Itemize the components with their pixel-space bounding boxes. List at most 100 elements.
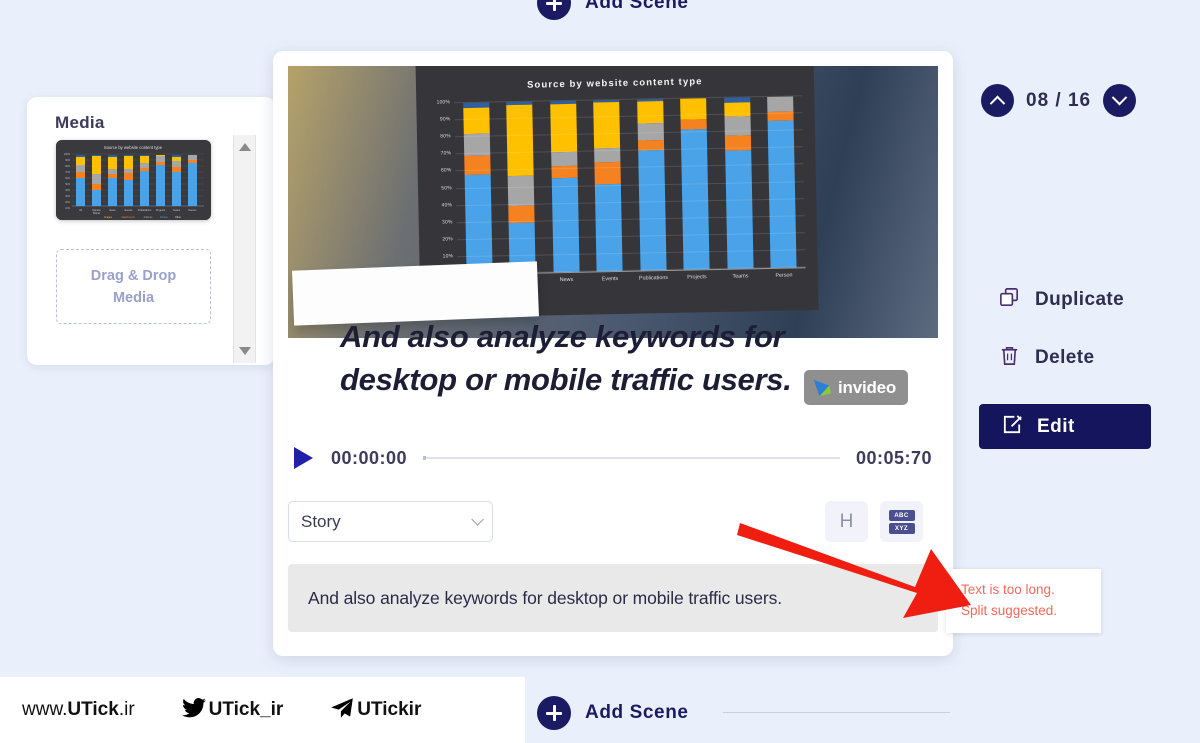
- app-root: Add Scene Media Source by website conten…: [0, 0, 1200, 743]
- chart-bar-segment: [767, 120, 797, 268]
- telegram-paperplane-icon: [329, 695, 355, 726]
- chart-bar-segment: [724, 116, 751, 136]
- duplicate-button[interactable]: Duplicate: [998, 286, 1124, 314]
- duplicate-label: Duplicate: [1035, 289, 1125, 310]
- media-thumbnail[interactable]: Source by website content type 100% 90% 8…: [56, 140, 211, 220]
- chart-bar-segment: [636, 100, 664, 124]
- svg-text:Events: Events: [125, 209, 133, 212]
- chart-bar-segment: [550, 152, 578, 167]
- chart-bar-segment: [595, 183, 623, 272]
- chevron-up-icon: [989, 95, 1006, 112]
- scene-counter-label: 08 / 16: [1026, 89, 1092, 111]
- play-icon[interactable]: [294, 447, 313, 469]
- translate-button[interactable]: ABC XYZ: [880, 501, 923, 542]
- add-scene-button-top[interactable]: Add Scene: [537, 0, 689, 20]
- timeline-track[interactable]: [423, 456, 840, 460]
- chart-xtick-label: Publications: [638, 274, 669, 282]
- translate-icon: ABC XYZ: [888, 509, 915, 534]
- media-panel-title: Media: [55, 113, 105, 132]
- total-time-label: 00:05:70: [855, 447, 932, 468]
- text-length-warning: Text is too long. Split suggested.: [946, 569, 1101, 633]
- chart-ytick-label: 10%: [442, 253, 454, 260]
- footer-twitter: UTick_ir: [181, 695, 284, 726]
- media-panel-scrollbar[interactable]: [233, 135, 256, 363]
- chart-ytick-label: 30%: [441, 219, 453, 226]
- chart-ytick-label: 50%: [441, 184, 452, 192]
- footer-site-prefix: www.: [22, 699, 68, 720]
- dropzone-line-2: Media: [112, 289, 155, 306]
- svg-text:Images: Images: [104, 216, 113, 219]
- caption-text: And also analyze keywords for desktop or…: [308, 587, 782, 608]
- scene-timeline: 00:00:00 00:05:70: [288, 441, 938, 475]
- add-scene-button-bottom[interactable]: Add Scene: [537, 696, 689, 730]
- footer-website: www.UTick.ir: [22, 699, 135, 721]
- heading-toggle-button[interactable]: H: [825, 501, 868, 542]
- media-dropzone[interactable]: Drag & Drop Media: [56, 249, 211, 324]
- footer-telegram-handle: UTickir: [357, 699, 422, 720]
- chart-ytick-label: 70%: [440, 150, 452, 157]
- delete-label: Delete: [1035, 347, 1095, 368]
- chevron-down-icon: [471, 513, 484, 526]
- edit-label: Edit: [1037, 415, 1075, 437]
- chart-bar-segment: [507, 175, 535, 207]
- scene-strip-divider: [723, 712, 950, 713]
- chart-ytick-label: 80%: [440, 133, 451, 140]
- edit-button[interactable]: Edit: [979, 404, 1151, 449]
- add-scene-label: Add Scene: [585, 702, 689, 723]
- chart-bar-segment: [463, 155, 491, 175]
- chart-xtick-label: News: [559, 276, 574, 284]
- style-select-value: Story: [301, 511, 341, 531]
- footer-site-brand: UTick: [67, 699, 119, 720]
- trash-icon: [998, 344, 1021, 372]
- chart-xtick-label: Teams: [732, 273, 749, 280]
- chart-ytick-label: 60%: [440, 167, 452, 174]
- plus-icon: [537, 696, 571, 730]
- dropzone-line-1: Drag & Drop: [90, 267, 177, 284]
- svg-text:Projects: Projects: [156, 209, 166, 212]
- chart-bar-segment: [551, 177, 580, 273]
- svg-text:Brand: Brand: [93, 212, 100, 215]
- scene-heading-line-1: And also analyze keywords for: [340, 319, 785, 354]
- heading-toggle-label: H: [839, 510, 854, 532]
- chart-bar-segment: [767, 96, 794, 113]
- chart-xtick-label: Events: [601, 275, 619, 283]
- chart-bar-segment: [593, 101, 621, 149]
- chart-bar-segment: [463, 107, 490, 134]
- footer-site-suffix: .ir: [118, 699, 135, 720]
- scene-pager: 08 / 16: [981, 84, 1137, 117]
- svg-text:Attachments: Attachments: [121, 216, 135, 219]
- caption-input[interactable]: And also analyze keywords for desktop or…: [288, 564, 938, 632]
- svg-text:Person: Person: [189, 209, 198, 212]
- chart-bar-segment: [464, 174, 493, 275]
- translate-icon-xyz: XYZ: [888, 522, 915, 534]
- footer-bar: www.UTick.ir UTick_ir UTickir: [0, 677, 525, 743]
- chart-ytick-label: 100%: [436, 99, 451, 106]
- prev-scene-button[interactable]: [981, 84, 1014, 117]
- copy-icon: [998, 286, 1021, 314]
- translate-icon-abc: ABC: [888, 509, 915, 521]
- chart-title: Source by website content type: [526, 76, 703, 91]
- pencil-square-icon: [1001, 413, 1024, 441]
- delete-button[interactable]: Delete: [998, 344, 1094, 372]
- svg-text:Other: Other: [175, 216, 181, 219]
- chevron-down-icon: [1111, 89, 1128, 106]
- chart-bar-segment: [506, 105, 534, 176]
- triangle-up-icon[interactable]: [238, 143, 251, 151]
- media-thumbnail-chart: Source by website content type 100%90% 8…: [56, 140, 211, 220]
- twitter-bird-icon: [181, 695, 207, 726]
- invideo-watermark-label: invideo: [838, 377, 897, 397]
- svg-text:Address: Address: [144, 216, 154, 219]
- triangle-down-icon[interactable]: [238, 347, 251, 355]
- svg-text:Source by website content type: Source by website content type: [104, 145, 163, 150]
- invideo-watermark: invideo: [804, 370, 908, 405]
- invideo-logo-icon: [812, 377, 833, 398]
- svg-text:Publications: Publications: [138, 209, 152, 212]
- current-time-label: 00:00:00: [331, 447, 408, 468]
- style-select[interactable]: Story: [288, 501, 493, 542]
- scene-preview[interactable]: Source by website content type AllOpinio…: [288, 66, 938, 338]
- footer-telegram: UTickir: [329, 695, 421, 726]
- svg-text:All: All: [79, 209, 82, 212]
- next-scene-button[interactable]: [1103, 84, 1137, 117]
- chart-bar-segment: [680, 98, 707, 120]
- footer-twitter-handle: UTick_ir: [208, 699, 284, 720]
